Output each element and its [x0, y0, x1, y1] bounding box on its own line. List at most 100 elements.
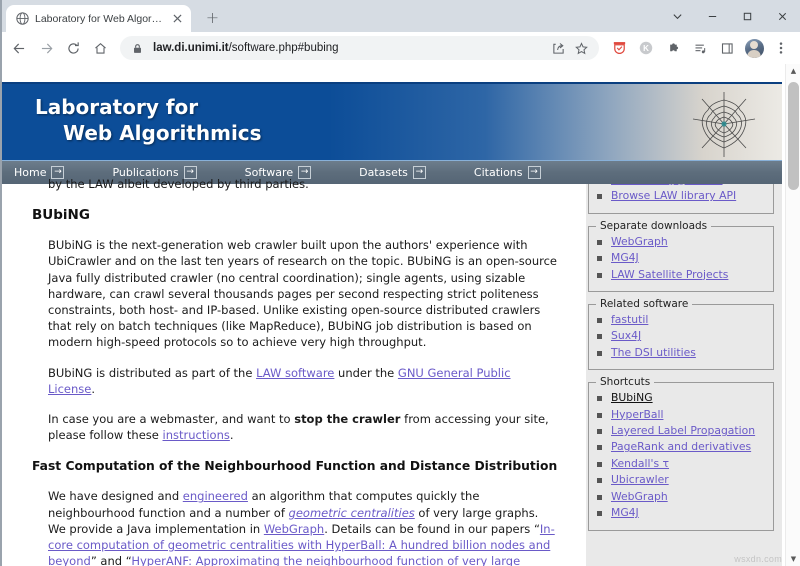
- k-extension-icon[interactable]: K: [633, 35, 659, 61]
- new-tab-button[interactable]: +: [199, 4, 226, 31]
- link-shortcut-hyperball[interactable]: HyperBall: [611, 408, 663, 421]
- text-fragment: We have designed and: [48, 489, 183, 504]
- list-item: Sux4J: [595, 328, 767, 344]
- text-fragment: In case you are a webmaster, and want to: [48, 412, 295, 427]
- list-item: MG4J: [595, 250, 767, 266]
- browser-toolbar: law.di.unimi.it/software.php#bubing K: [0, 32, 800, 64]
- url-text: law.di.unimi.it/software.php#bubing: [153, 42, 543, 54]
- link-browse-law-library-api[interactable]: Browse LAW library API: [611, 189, 736, 202]
- link-sux4j[interactable]: Sux4J: [611, 329, 641, 342]
- tab-search-chevron-down-icon[interactable]: [660, 0, 695, 32]
- link-engineered[interactable]: engineered: [183, 489, 248, 503]
- forward-arrow-icon[interactable]: [33, 35, 59, 61]
- spider-web-icon: [688, 86, 760, 160]
- share-icon[interactable]: [551, 41, 566, 56]
- scrollbar-thumb[interactable]: [788, 82, 799, 190]
- main-content: by the LAW albeit developed by third par…: [0, 177, 580, 566]
- site-title: Laboratory for Web Algorithmics: [35, 94, 262, 146]
- lock-icon: [130, 41, 145, 56]
- link-law-satellite-projects[interactable]: LAW Satellite Projects: [611, 268, 728, 281]
- sidebar-list: LAW Library@Maven Browse LAW library API: [595, 184, 767, 205]
- puzzle-extensions-icon[interactable]: [660, 35, 686, 61]
- shield-extension-icon[interactable]: [606, 35, 632, 61]
- intro-paragraph-clipped: by the LAW albeit developed by third par…: [48, 177, 309, 191]
- link-webgraph-download[interactable]: WebGraph: [611, 235, 668, 248]
- link-shortcut-bubing[interactable]: BUbiNG: [611, 391, 653, 404]
- vertical-scrollbar[interactable]: ▲ ▼: [785, 64, 800, 566]
- link-instructions[interactable]: instructions: [163, 428, 230, 442]
- sidebar-box-separate-downloads: Separate downloads WebGraph MG4J LAW Sat…: [588, 219, 774, 293]
- heading-fast-computation: Fast Computation of the Neighbourhood Fu…: [32, 459, 558, 474]
- link-shortcut-layered-label-propagation[interactable]: Layered Label Propagation: [611, 424, 755, 437]
- close-icon[interactable]: [170, 11, 185, 26]
- watermark: wsxdn.com: [734, 554, 782, 564]
- link-law-software[interactable]: LAW software: [256, 366, 334, 380]
- text-fragment: BUbiNG is distributed as part of the: [48, 365, 257, 380]
- link-mg4j-download[interactable]: MG4J: [611, 251, 639, 264]
- bubing-paragraph-3: In case you are a webmaster, and want to…: [48, 411, 558, 443]
- text-fragment: .: [91, 381, 96, 396]
- text-bold-stop-crawler: stop the crawler: [294, 412, 401, 427]
- page-viewport: Laboratory for Web Algorithmics Home → P…: [0, 64, 800, 566]
- maximize-button[interactable]: [730, 0, 765, 32]
- text-fragment: under the: [334, 365, 398, 380]
- home-icon[interactable]: [87, 35, 113, 61]
- link-shortcut-ubicrawler[interactable]: Ubicrawler: [611, 473, 669, 486]
- close-window-button[interactable]: [765, 0, 800, 32]
- reload-icon[interactable]: [60, 35, 86, 61]
- scroll-up-arrow-icon[interactable]: ▲: [786, 64, 800, 78]
- avatar[interactable]: [741, 35, 767, 61]
- back-arrow-icon[interactable]: [6, 35, 32, 61]
- link-geometric-centralities[interactable]: geometric centralities: [289, 506, 415, 520]
- site-title-line1: Laboratory for: [35, 95, 199, 119]
- list-item: HyperBall: [595, 407, 767, 423]
- scroll-down-arrow-icon[interactable]: ▼: [786, 552, 800, 566]
- page-top-gap: [0, 64, 800, 82]
- window-controls: [660, 0, 800, 32]
- browser-window: Laboratory for Web Algorithmics +: [0, 0, 800, 566]
- bubing-paragraph-1: BUbiNG is the next-generation web crawle…: [48, 238, 557, 350]
- link-fastutil[interactable]: fastutil: [611, 313, 648, 326]
- sidebar-list: fastutil Sux4J The DSI utilities: [595, 312, 767, 361]
- fast-computation-paragraph: We have designed and engineered an algor…: [48, 488, 558, 566]
- link-shortcut-pagerank[interactable]: PageRank and derivatives: [611, 440, 751, 453]
- sidebar-box-legend: Separate downloads: [596, 219, 712, 232]
- link-webgraph[interactable]: WebGraph: [264, 522, 324, 536]
- list-item: MG4J: [595, 505, 767, 521]
- sidebar-box-related-software: Related software fastutil Sux4J The DSI …: [588, 298, 774, 371]
- list-item: The DSI utilities: [595, 345, 767, 361]
- window-left-edge: [0, 0, 2, 566]
- sidebar-list: WebGraph MG4J LAW Satellite Projects: [595, 234, 767, 283]
- reading-list-icon[interactable]: [687, 35, 713, 61]
- list-item: Layered Label Propagation: [595, 423, 767, 439]
- link-shortcut-kendall-tau[interactable]: Kendall's τ: [611, 457, 669, 470]
- sidebar-box-shortcuts: Shortcuts BUbiNG HyperBall Layered Label…: [588, 376, 774, 531]
- avatar-icon: [744, 38, 764, 58]
- list-item: WebGraph: [595, 489, 767, 505]
- heading-bubing: BUbiNG: [32, 207, 90, 224]
- url-path: /software.php#bubing: [228, 42, 339, 54]
- list-item: PageRank and derivatives: [595, 439, 767, 455]
- side-panel-icon[interactable]: [714, 35, 740, 61]
- text-fragment: . Details can be found in our papers “: [324, 521, 540, 536]
- address-bar[interactable]: law.di.unimi.it/software.php#bubing: [120, 36, 599, 60]
- tab-strip: Laboratory for Web Algorithmics +: [0, 0, 800, 32]
- browser-tab[interactable]: Laboratory for Web Algorithmics: [6, 5, 191, 32]
- list-item: Browse LAW library API: [595, 188, 767, 204]
- link-law-library-maven[interactable]: LAW Library@Maven: [611, 184, 723, 186]
- star-icon[interactable]: [574, 41, 589, 56]
- site-banner: Laboratory for Web Algorithmics: [0, 82, 782, 160]
- link-dsi-utilities[interactable]: The DSI utilities: [611, 346, 696, 359]
- three-dot-menu-icon[interactable]: [768, 35, 794, 61]
- sidebar: LAW Library@Maven Browse LAW library API…: [586, 184, 782, 566]
- sidebar-box-documentation: LAW Library@Maven Browse LAW library API: [588, 184, 774, 214]
- nav-label: Home: [14, 166, 47, 179]
- minimize-button[interactable]: [695, 0, 730, 32]
- link-italic-text: geometric centralities: [288, 505, 415, 520]
- link-shortcut-webgraph[interactable]: WebGraph: [611, 490, 668, 503]
- globe-icon: [15, 12, 29, 26]
- list-item: BUbiNG: [595, 390, 767, 406]
- site-title-line2: Web Algorithmics: [63, 121, 262, 145]
- list-item: WebGraph: [595, 234, 767, 250]
- link-shortcut-mg4j[interactable]: MG4J: [611, 506, 639, 519]
